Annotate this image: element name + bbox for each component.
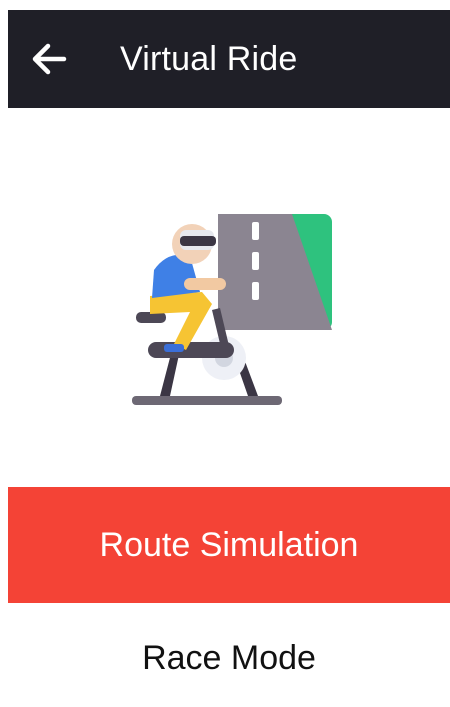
vr-cyclist-illustration [132,214,332,405]
arrow-left-icon [32,43,67,75]
page-title: Virtual Ride [120,39,298,78]
app-bar: Virtual Ride [8,10,450,108]
virtual-ride-screen: Virtual Ride Route Simulation Race Mode [0,0,450,707]
route-simulation-button[interactable]: Route Simulation [8,487,450,603]
back-button[interactable] [18,28,80,90]
race-mode-button[interactable]: Race Mode [8,615,450,701]
